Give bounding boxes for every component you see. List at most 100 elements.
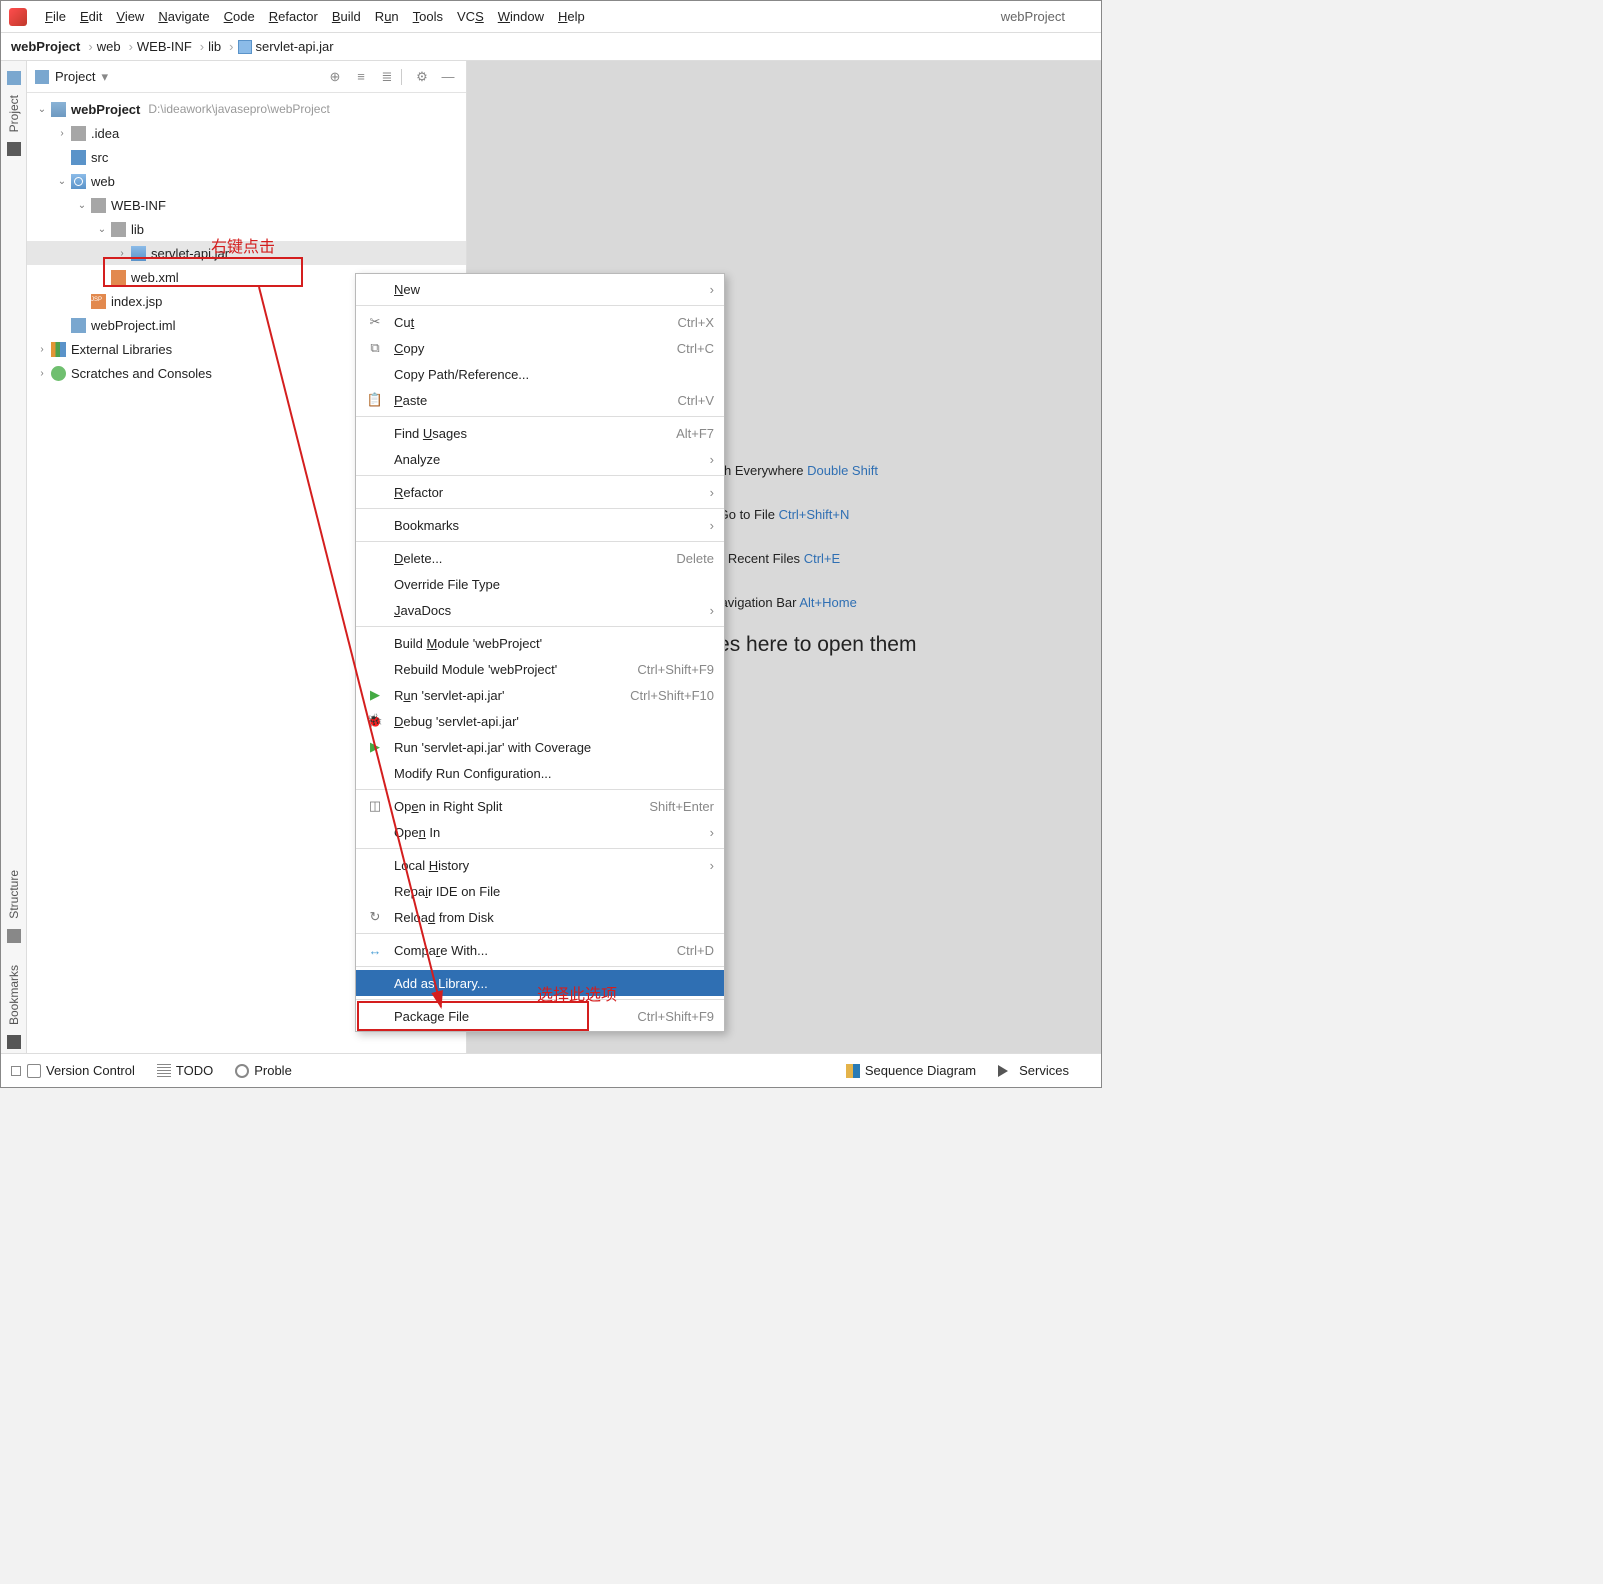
tree-idea[interactable]: ›.idea <box>27 121 466 145</box>
paste-icon: 📋 <box>366 392 384 408</box>
dropdown-icon[interactable]: ▾ <box>101 69 108 85</box>
menu-file[interactable]: File <box>45 9 66 24</box>
hide-icon[interactable]: — <box>438 67 458 87</box>
expand-icon[interactable]: ⌄ <box>55 176 69 187</box>
menu-navigate[interactable]: Navigate <box>158 9 209 24</box>
cm-reload[interactable]: ↻Reload from Disk <box>356 904 724 930</box>
cm-open-split[interactable]: ◫Open in Right SplitShift+Enter <box>356 793 724 819</box>
sb-services[interactable]: Services <box>998 1063 1069 1078</box>
project-tool-label[interactable]: Project <box>7 95 21 132</box>
cm-package-file[interactable]: Package FileCtrl+Shift+F9 <box>356 1003 724 1029</box>
project-panel-title[interactable]: Project <box>55 69 95 84</box>
cm-new[interactable]: New› <box>356 276 724 302</box>
src-folder-icon <box>71 150 86 165</box>
project-panel-header: Project ▾ ⊕ ≡ ≣ ⚙ — <box>27 61 466 93</box>
tree-label: web.xml <box>131 270 179 285</box>
collapse-all-icon[interactable]: ≣ <box>377 67 397 87</box>
cm-analyze[interactable]: Analyze› <box>356 446 724 472</box>
tree-web[interactable]: ⌄web <box>27 169 466 193</box>
menu-run[interactable]: Run <box>375 9 399 24</box>
expand-icon[interactable]: › <box>115 248 129 259</box>
sb-todo[interactable]: TODO <box>157 1063 213 1078</box>
expand-all-icon[interactable]: ≡ <box>351 67 371 87</box>
cm-build-module[interactable]: Build Module 'webProject' <box>356 630 724 656</box>
cm-open-in[interactable]: Open In› <box>356 819 724 845</box>
cm-repair[interactable]: Repair IDE on File <box>356 878 724 904</box>
sb-problems[interactable]: Proble <box>235 1063 292 1078</box>
statusbar-tool-icon[interactable] <box>11 1066 21 1076</box>
expand-icon[interactable]: › <box>35 368 49 379</box>
expand-icon[interactable]: ⌄ <box>35 104 49 115</box>
tree-webinf[interactable]: ⌄WEB-INF <box>27 193 466 217</box>
expand-icon <box>55 152 69 163</box>
cm-paste[interactable]: 📋PasteCtrl+V <box>356 387 724 413</box>
structure-tool-label[interactable]: Structure <box>7 870 21 919</box>
tree-root-label: webProject <box>71 102 140 117</box>
scratches-icon <box>51 366 66 381</box>
tree-label: webProject.iml <box>91 318 176 333</box>
expand-icon[interactable]: ⌄ <box>75 200 89 211</box>
menu-window[interactable]: Window <box>498 9 544 24</box>
folder-icon <box>71 126 86 141</box>
folder-icon <box>35 70 49 84</box>
cm-javadocs[interactable]: JavaDocs› <box>356 597 724 623</box>
cm-delete[interactable]: Delete...Delete <box>356 545 724 571</box>
sequence-icon <box>846 1064 860 1078</box>
bookmarks-tool-label[interactable]: Bookmarks <box>7 965 21 1025</box>
expand-icon[interactable]: › <box>55 128 69 139</box>
expand-icon[interactable]: ⌄ <box>95 224 109 235</box>
select-opened-icon[interactable]: ⊕ <box>325 67 345 87</box>
cm-copy-path[interactable]: Copy Path/Reference... <box>356 361 724 387</box>
menu-tools[interactable]: Tools <box>413 9 443 24</box>
tree-src[interactable]: src <box>27 145 466 169</box>
tree-label: index.jsp <box>111 294 162 309</box>
tree-root[interactable]: ⌄ webProject D:\ideawork\javasepro\webPr… <box>27 97 466 121</box>
bc-web[interactable]: web <box>97 39 121 54</box>
folder-icon <box>111 222 126 237</box>
structure-icon[interactable] <box>7 929 21 943</box>
jar-icon <box>131 246 146 261</box>
gear-icon[interactable]: ⚙ <box>412 67 432 87</box>
menu-edit[interactable]: Edit <box>80 9 102 24</box>
bookmark-icon[interactable] <box>7 1035 21 1049</box>
coverage-icon: ▶ <box>366 739 384 755</box>
expand-icon[interactable]: › <box>35 344 49 355</box>
menu-refactor[interactable]: Refactor <box>269 9 318 24</box>
tree-label: src <box>91 150 108 165</box>
menu-view[interactable]: View <box>116 9 144 24</box>
cm-refactor[interactable]: Refactor› <box>356 479 724 505</box>
cm-compare[interactable]: ↔Compare With...Ctrl+D <box>356 937 724 963</box>
menu-build[interactable]: Build <box>332 9 361 24</box>
bc-root[interactable]: webProject <box>11 39 80 54</box>
project-tool-icon[interactable] <box>7 71 21 85</box>
cm-copy[interactable]: ⧉CopyCtrl+C <box>356 335 724 361</box>
menu-help[interactable]: Help <box>558 9 585 24</box>
module-icon <box>51 102 66 117</box>
bc-webinf[interactable]: WEB-INF <box>137 39 192 54</box>
sb-version-control[interactable]: Version Control <box>27 1063 135 1078</box>
app-icon <box>9 8 27 26</box>
web-folder-icon <box>71 174 86 189</box>
cm-local-history[interactable]: Local History› <box>356 852 724 878</box>
bc-jar[interactable]: servlet-api.jar <box>256 39 334 54</box>
cm-bookmarks[interactable]: Bookmarks› <box>356 512 724 538</box>
hint-nav: Navigation Bar Alt+Home <box>711 589 857 613</box>
bc-lib[interactable]: lib <box>208 39 221 54</box>
problems-icon <box>235 1064 249 1078</box>
tree-label: Scratches and Consoles <box>71 366 212 381</box>
chevron-icon: › <box>229 39 233 54</box>
cm-run[interactable]: ▶Run 'servlet-api.jar'Ctrl+Shift+F10 <box>356 682 724 708</box>
folder-tool-icon[interactable] <box>7 142 21 156</box>
cm-override[interactable]: Override File Type <box>356 571 724 597</box>
cm-debug[interactable]: 🐞Debug 'servlet-api.jar' <box>356 708 724 734</box>
cm-cut[interactable]: ✂CutCtrl+X <box>356 309 724 335</box>
cm-modify-run[interactable]: Modify Run Configuration... <box>356 760 724 786</box>
menu-vcs[interactable]: VCS <box>457 9 484 24</box>
cm-rebuild-module[interactable]: Rebuild Module 'webProject'Ctrl+Shift+F9 <box>356 656 724 682</box>
sb-sequence[interactable]: Sequence Diagram <box>846 1063 976 1078</box>
menu-code[interactable]: Code <box>224 9 255 24</box>
cm-coverage[interactable]: ▶Run 'servlet-api.jar' with Coverage <box>356 734 724 760</box>
window-title: webProject <box>1001 9 1065 24</box>
hint-recent: Recent Files Ctrl+E <box>728 545 840 569</box>
cm-find-usages[interactable]: Find UsagesAlt+F7 <box>356 420 724 446</box>
